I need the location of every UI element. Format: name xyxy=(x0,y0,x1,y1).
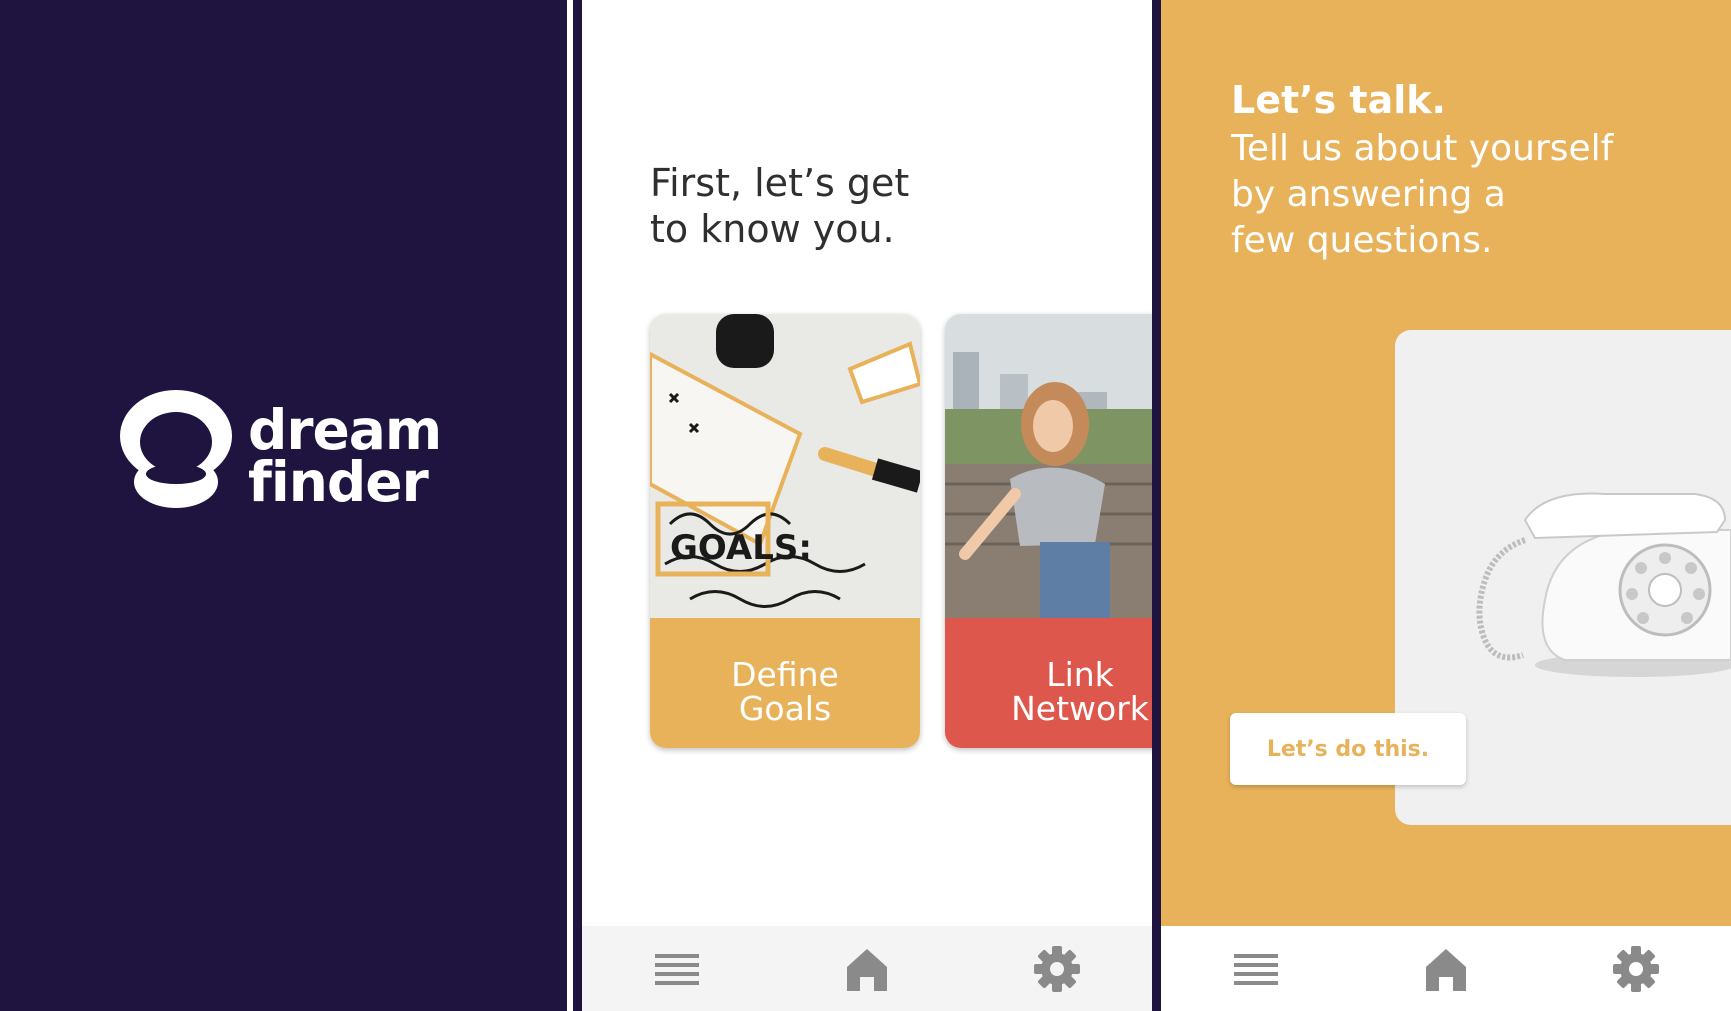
lets-do-this-button[interactable]: Let’s do this. xyxy=(1230,713,1466,785)
link-network-label: Link Network xyxy=(945,618,1152,748)
menu-button[interactable] xyxy=(1226,939,1286,999)
svg-text:GOALS:: GOALS: xyxy=(670,528,812,568)
bottom-nav-bar xyxy=(582,926,1152,1011)
home-icon xyxy=(847,948,887,991)
bottom-nav-bar xyxy=(1161,926,1731,1011)
home-button[interactable] xyxy=(837,939,897,999)
link-network-card[interactable]: Link Network xyxy=(945,314,1152,748)
lets-talk-screen: Let’s talk. Tell us about yourself by an… xyxy=(1161,0,1731,1011)
talk-title: Let’s talk. xyxy=(1231,78,1446,122)
settings-icon xyxy=(1034,945,1080,992)
onboarding-screen: First, let’s get to know you. GOALS: Def… xyxy=(582,0,1152,1011)
talk-subtitle: Tell us about yourself by answering a fe… xyxy=(1231,128,1614,261)
settings-button[interactable] xyxy=(1027,939,1087,999)
laughing-woman-image xyxy=(945,314,1152,618)
home-icon xyxy=(1426,948,1466,991)
rotary-telephone-image xyxy=(1476,492,1731,677)
panel-divider xyxy=(573,0,582,1011)
define-goals-card[interactable]: GOALS: Define Goals xyxy=(650,314,920,748)
menu-icon xyxy=(1234,953,1278,985)
settings-icon xyxy=(1613,945,1659,992)
menu-icon xyxy=(655,953,699,985)
settings-button[interactable] xyxy=(1606,939,1666,999)
home-button[interactable] xyxy=(1416,939,1476,999)
logo-line-1: dream xyxy=(248,398,442,462)
notebook-goals-image: GOALS: xyxy=(650,314,920,618)
define-goals-label: Define Goals xyxy=(650,618,920,748)
logo-line-2: finder xyxy=(248,450,429,514)
logo-mark-icon xyxy=(120,390,232,508)
menu-button[interactable] xyxy=(647,939,707,999)
onboarding-heading: First, let’s get to know you. xyxy=(650,161,910,251)
panel-divider xyxy=(1152,0,1161,1011)
logo-wordmark: dream finder xyxy=(248,398,442,514)
dreamfinder-logo: dream finder xyxy=(120,390,460,520)
splash-screen: dream finder xyxy=(0,0,567,1011)
